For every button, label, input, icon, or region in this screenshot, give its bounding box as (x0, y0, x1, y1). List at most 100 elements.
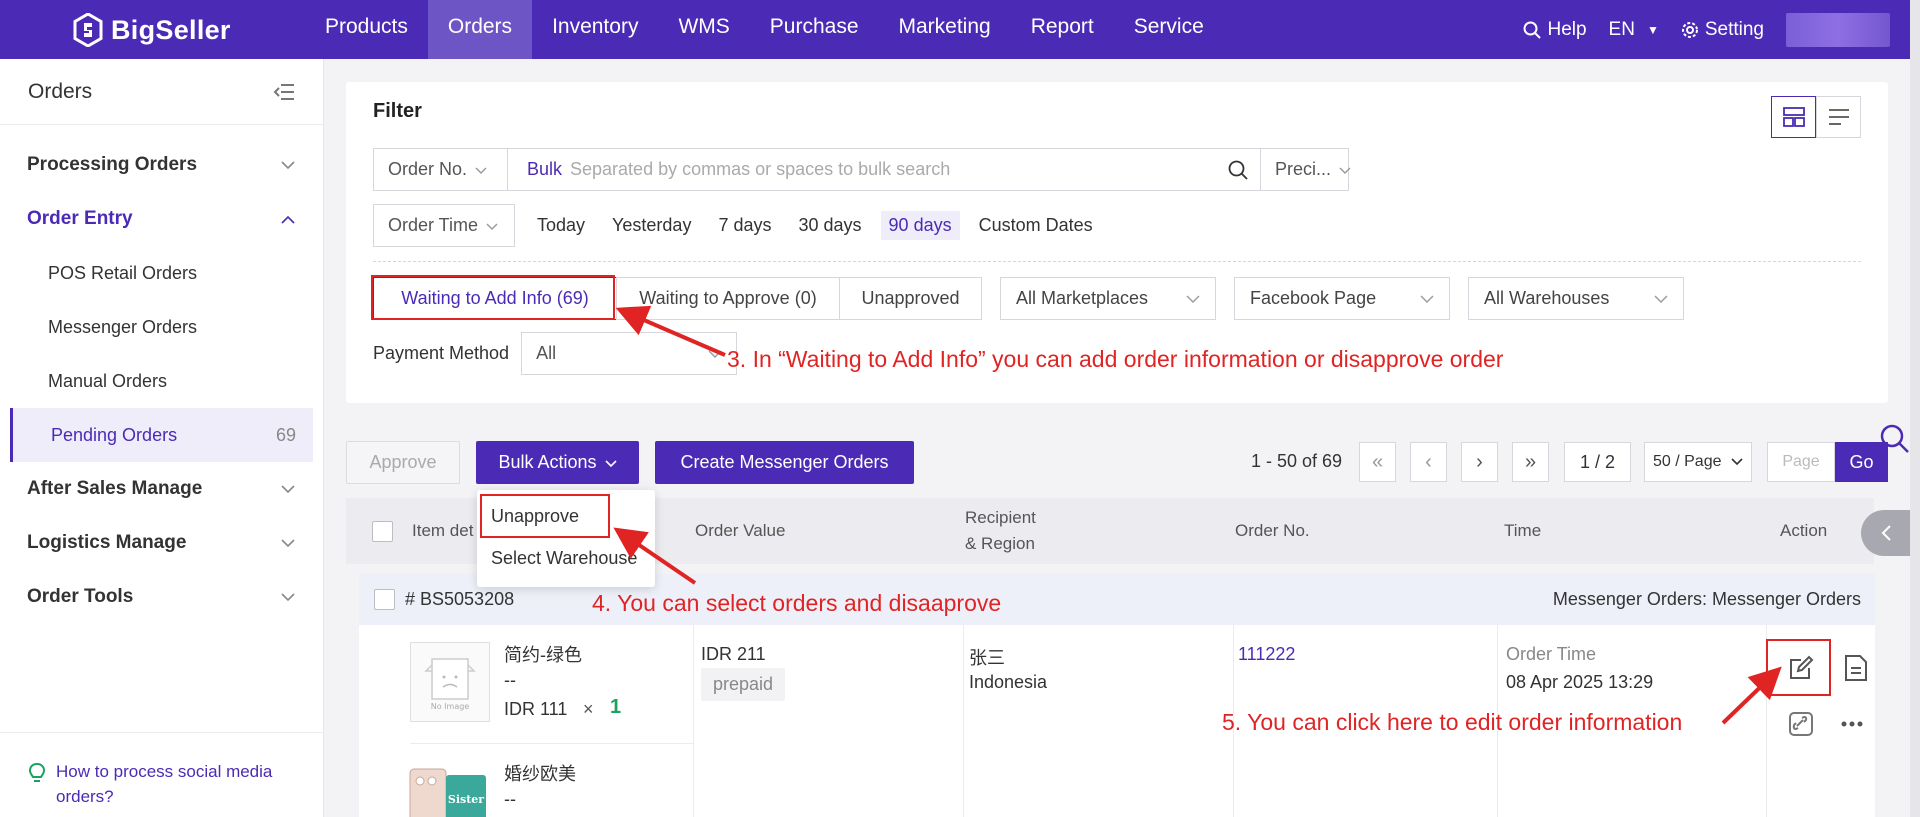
nav-products[interactable]: Products (305, 0, 428, 59)
select-all-checkbox[interactable] (372, 498, 393, 564)
recipient-name: 张三 (969, 648, 1005, 668)
pending-count-badge: 69 (275, 424, 296, 445)
setting-link[interactable]: Setting (1681, 19, 1764, 41)
search-help-icon (1523, 21, 1542, 39)
facebook-page-select[interactable]: Facebook Page (1234, 277, 1450, 320)
filter-title: Filter (373, 100, 422, 122)
order-no-select[interactable]: Order No. (373, 148, 508, 191)
chevron-down-icon (281, 154, 295, 176)
search-icon[interactable] (1228, 160, 1248, 180)
menu-item-select-warehouse[interactable]: Select Warehouse (477, 537, 655, 579)
time-option-today[interactable]: Today (529, 211, 593, 240)
nav-service[interactable]: Service (1114, 0, 1224, 59)
sidebar-group-label: Order Tools (27, 586, 134, 607)
annotation-step-3: 3. In “Waiting to Add Info” you can add … (727, 346, 1504, 372)
col-action: Action (1780, 521, 1828, 540)
page-jump-input[interactable]: Page (1767, 442, 1835, 482)
order-channel: Messenger Orders: Messenger Orders (1552, 589, 1861, 609)
col-time: Time (1504, 521, 1542, 540)
sidebar-group-order-entry[interactable]: Order Entry (0, 192, 323, 246)
chevron-down-icon (1731, 453, 1743, 471)
sidebar-group-label: Order Entry (27, 208, 133, 229)
payment-method-select[interactable]: All (521, 332, 738, 375)
first-page-button[interactable]: « (1359, 442, 1396, 482)
sidebar-item-pending-orders[interactable]: Pending Orders 69 (10, 408, 313, 462)
nav-orders[interactable]: Orders (427, 0, 533, 59)
page-indicator: 1 / 2 (1564, 442, 1631, 482)
time-option-90-days[interactable]: 90 days (880, 211, 960, 240)
sidebar-group-label: After Sales Manage (27, 478, 203, 499)
chevron-down-icon (281, 586, 295, 608)
recipient-region: Indonesia (969, 672, 1048, 692)
item2-name[interactable]: 婚纱欧美 (504, 760, 576, 786)
chevron-down-icon (604, 452, 617, 473)
bigseller-logo[interactable]: BigSeller (73, 10, 231, 50)
tab-waiting-to-approve[interactable]: Waiting to Approve (0) (616, 277, 840, 320)
collapse-menu-icon[interactable] (273, 83, 295, 101)
order-time-select[interactable]: Order Time (373, 204, 515, 247)
lightbulb-icon (28, 762, 46, 782)
per-page-select[interactable]: 50 / Page (1644, 442, 1752, 482)
gear-icon (1681, 21, 1698, 38)
sidebar-item-pos-retail-orders[interactable]: POS Retail Orders (0, 246, 323, 300)
more-options-icon[interactable] (1840, 720, 1864, 728)
nav-inventory[interactable]: Inventory (532, 0, 658, 59)
sidebar-item-label: POS Retail Orders (48, 262, 198, 283)
pagination-range: 1 - 50 of 69 (1251, 451, 1343, 471)
nav-wms[interactable]: WMS (658, 0, 749, 59)
bulk-actions-label: Bulk Actions (498, 452, 597, 472)
bulk-search-input[interactable]: Bulk Separated by commas or spaces to bu… (508, 148, 1261, 191)
sidebar-group-label: Logistics Manage (27, 532, 187, 553)
nav-report[interactable]: Report (1011, 0, 1114, 59)
highlight-box-waiting-tab (371, 275, 615, 320)
sidebar-group-processing-orders[interactable]: Processing Orders (0, 138, 323, 192)
no-image-icon: No Image (424, 658, 476, 711)
sidebar-group-order-tools[interactable]: Order Tools (0, 570, 323, 624)
sidebar-item-manual-orders[interactable]: Manual Orders (0, 354, 323, 408)
nav-marketing[interactable]: Marketing (879, 0, 1011, 59)
bulk-search-toggle[interactable]: Bulk (527, 159, 562, 180)
page-scrollbar[interactable] (1910, 0, 1920, 817)
floating-search-icon[interactable] (1880, 424, 1910, 456)
sidebar-header: Orders (0, 59, 323, 125)
sidebar-group-logistics[interactable]: Logistics Manage (0, 516, 323, 570)
prev-page-button[interactable]: ‹ (1410, 442, 1447, 482)
list-view-button[interactable] (1816, 96, 1861, 138)
sidebar-item-messenger-orders[interactable]: Messenger Orders (0, 300, 323, 354)
item1-name[interactable]: 简约-绿色 (504, 641, 582, 667)
next-page-button[interactable]: › (1461, 442, 1498, 482)
language-select[interactable]: EN ▼ (1609, 19, 1659, 41)
top-right-tools: Help EN ▼ Setting (1523, 0, 1910, 59)
time-option-30-days[interactable]: 30 days (791, 211, 870, 240)
chevron-down-icon (475, 159, 487, 180)
warehouse-select[interactable]: All Warehouses (1468, 277, 1684, 320)
item1-price: IDR 111 (504, 699, 568, 719)
help-label: Help (1547, 18, 1587, 40)
help-link[interactable]: Help (1523, 18, 1587, 41)
card-view-button[interactable] (1771, 96, 1816, 138)
top-nav-bar: BigSeller Products Orders Inventory WMS … (0, 0, 1910, 59)
create-messenger-orders-button[interactable]: Create Messenger Orders (655, 441, 914, 484)
collapse-panel-tab[interactable] (1861, 510, 1910, 556)
order-number-link[interactable]: 111222 (1238, 644, 1295, 665)
time-option-7-days[interactable]: 7 days (710, 211, 779, 240)
tab-unapproved[interactable]: Unapproved (839, 277, 982, 320)
approve-button[interactable]: Approve (346, 441, 460, 484)
help-article-link[interactable]: How to process social media orders? (0, 732, 324, 817)
order-value: IDR 211 (701, 644, 766, 664)
chevron-down-icon (1654, 288, 1668, 309)
precision-select[interactable]: Preci... (1261, 148, 1351, 191)
time-option-custom-dates[interactable]: Custom Dates (971, 211, 1101, 240)
marketplace-select[interactable]: All Marketplaces (1000, 277, 1216, 320)
user-account-blurred[interactable] (1786, 12, 1890, 47)
order-checkbox[interactable] (374, 589, 395, 610)
time-option-yesterday[interactable]: Yesterday (604, 211, 699, 240)
sidebar-group-after-sales[interactable]: After Sales Manage (0, 462, 323, 516)
order-detail-icon[interactable] (1844, 654, 1868, 682)
link-order-icon[interactable] (1788, 711, 1814, 737)
bulk-actions-button[interactable]: Bulk Actions (476, 441, 639, 484)
item2-variant: -- (504, 789, 516, 809)
last-page-button[interactable]: » (1512, 442, 1549, 482)
nav-purchase[interactable]: Purchase (750, 0, 879, 59)
brand-name: BigSeller (111, 14, 231, 45)
